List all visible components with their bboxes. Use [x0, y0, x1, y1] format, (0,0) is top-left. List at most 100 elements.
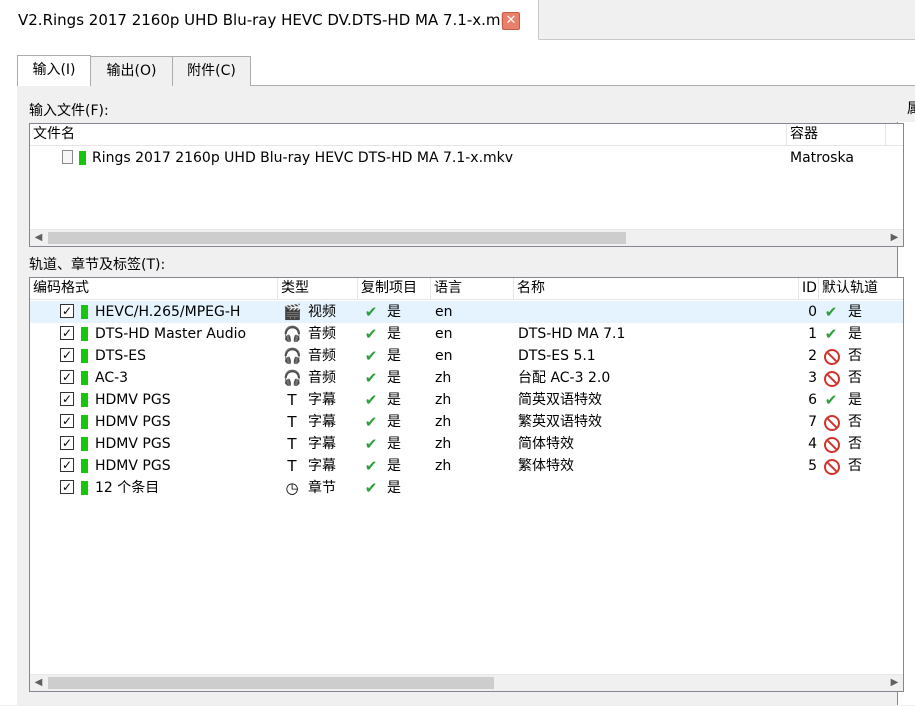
- column-header-language[interactable]: 语言: [431, 278, 514, 300]
- track-row[interactable]: ✓ HEVC/H.265/MPEG-H 🎬 视频 ✔ 是 en 0 ✔ 是: [30, 301, 903, 323]
- track-name: DTS-ES 5.1: [518, 348, 596, 364]
- track-codec: AC-3: [95, 370, 129, 386]
- track-id: 2: [808, 348, 817, 364]
- track-id: 1: [808, 326, 817, 342]
- track-default: 是: [848, 326, 862, 342]
- track-copy: 是: [387, 458, 401, 474]
- track-codec: HEVC/H.265/MPEG-H: [95, 304, 241, 320]
- file-icon: [62, 150, 73, 164]
- no-icon: [824, 437, 840, 453]
- check-icon: ✔: [364, 325, 378, 343]
- check-icon: ✔: [364, 479, 378, 497]
- column-header-type[interactable]: 类型: [278, 278, 358, 300]
- tracks-label: 轨道、章节及标签(T):: [29, 257, 166, 273]
- headphones-icon: 🎧: [283, 325, 302, 343]
- track-id: 3: [808, 370, 817, 386]
- track-row[interactable]: ✓ DTS-ES 🎧 音频 ✔ 是 en DTS-ES 5.1 2 否: [30, 345, 903, 367]
- track-row[interactable]: ✓ 12 个条目 ◷ 章节 ✔ 是: [30, 477, 903, 499]
- track-copy: 是: [387, 326, 401, 342]
- track-name: 繁体特效: [518, 458, 574, 474]
- column-header-default[interactable]: 默认轨道: [819, 278, 903, 300]
- input-file-container: Matroska: [790, 150, 854, 166]
- scroll-left-icon[interactable]: ◀: [30, 230, 47, 246]
- scrollbar-thumb[interactable]: [48, 677, 494, 689]
- track-id: 6: [808, 392, 817, 408]
- status-green-icon: [79, 151, 86, 165]
- track-checkbox[interactable]: ✓: [60, 436, 74, 450]
- track-type: 字幕: [308, 458, 336, 474]
- close-icon[interactable]: ✕: [502, 12, 520, 30]
- track-row[interactable]: ✓ HDMV PGS T 字幕 ✔ 是 zh 繁英双语特效 7 否: [30, 411, 903, 433]
- track-copy: 是: [387, 370, 401, 386]
- track-checkbox[interactable]: ✓: [60, 458, 74, 472]
- track-row[interactable]: ✓ HDMV PGS T 字幕 ✔ 是 zh 简英双语特效 6 ✔ 是: [30, 389, 903, 411]
- track-codec: HDMV PGS: [95, 392, 171, 408]
- track-checkbox[interactable]: ✓: [60, 348, 74, 362]
- track-checkbox[interactable]: ✓: [60, 326, 74, 340]
- column-header-container[interactable]: 容器: [787, 124, 886, 146]
- tab-output[interactable]: 输出(O): [90, 56, 173, 86]
- track-checkbox[interactable]: ✓: [60, 370, 74, 384]
- scroll-left-icon[interactable]: ◀: [30, 675, 47, 691]
- track-row[interactable]: ✓ HDMV PGS T 字幕 ✔ 是 zh 繁体特效 5 否: [30, 455, 903, 477]
- check-icon: ✔: [364, 435, 378, 453]
- input-files-list[interactable]: 文件名 容器 Rings 2017 2160p UHD Blu-ray HEVC…: [29, 123, 904, 247]
- track-type: 章节: [308, 480, 336, 496]
- track-default: 否: [848, 458, 862, 474]
- scrollbar-thumb[interactable]: [48, 232, 626, 244]
- check-icon: ✔: [824, 325, 838, 343]
- track-checkbox[interactable]: ✓: [60, 392, 74, 406]
- track-copy: 是: [387, 392, 401, 408]
- input-files-hscrollbar[interactable]: ◀ ▶: [30, 229, 903, 246]
- track-language: en: [435, 304, 453, 320]
- column-header-name[interactable]: 名称: [514, 278, 799, 300]
- tracks-list[interactable]: 编码格式 类型 复制项目 语言 名称 ID 默认轨道 ✓ HEVC/H.265/M…: [29, 277, 904, 692]
- check-icon: ✔: [824, 391, 838, 409]
- tracks-hscrollbar[interactable]: ◀ ▶: [30, 674, 903, 691]
- headphones-icon: 🎧: [283, 347, 302, 365]
- text-icon: T: [287, 435, 297, 453]
- track-row[interactable]: ✓ DTS-HD Master Audio 🎧 音频 ✔ 是 en DTS-HD MA 7.1…: [30, 323, 903, 345]
- track-checkbox[interactable]: ✓: [60, 304, 74, 318]
- track-name: 简体特效: [518, 436, 574, 452]
- track-default: 否: [848, 370, 862, 386]
- tab-input[interactable]: 输入(I): [17, 55, 91, 86]
- status-green-icon: [81, 393, 88, 407]
- track-type: 音频: [308, 326, 336, 342]
- track-id: 7: [808, 414, 817, 430]
- track-row[interactable]: ✓ AC-3 🎧 音频 ✔ 是 zh 台配 AC-3 2.0 3 否: [30, 367, 903, 389]
- track-name: 台配 AC-3 2.0: [518, 370, 611, 386]
- track-id: 5: [808, 458, 817, 474]
- track-language: zh: [435, 414, 452, 430]
- track-copy: 是: [387, 414, 401, 430]
- status-green-icon: [81, 371, 88, 385]
- track-language: en: [435, 348, 453, 364]
- track-copy: 是: [387, 480, 401, 496]
- status-green-icon: [81, 349, 88, 363]
- check-icon: ✔: [364, 303, 378, 321]
- column-header-filename[interactable]: 文件名: [30, 124, 787, 146]
- column-header-codec[interactable]: 编码格式: [30, 278, 278, 300]
- track-checkbox[interactable]: ✓: [60, 414, 74, 428]
- status-green-icon: [81, 459, 88, 473]
- scroll-right-icon[interactable]: ▶: [886, 230, 903, 246]
- status-green-icon: [81, 437, 88, 451]
- track-checkbox[interactable]: ✓: [60, 480, 74, 494]
- track-type: 音频: [308, 348, 336, 364]
- scroll-right-icon[interactable]: ▶: [886, 675, 903, 691]
- track-type: 字幕: [308, 392, 336, 408]
- track-row[interactable]: ✓ HDMV PGS T 字幕 ✔ 是 zh 简体特效 4 否: [30, 433, 903, 455]
- input-file-row[interactable]: Rings 2017 2160p UHD Blu-ray HEVC DTS-HD…: [30, 147, 903, 169]
- no-icon: [824, 349, 840, 365]
- track-type: 视频: [308, 304, 336, 320]
- document-tab-title: V2.Rings 2017 2160p UHD Blu-ray HEVC DV.…: [18, 11, 519, 29]
- column-header-copy[interactable]: 复制项目: [358, 278, 431, 300]
- status-green-icon: [81, 481, 88, 495]
- track-type: 音频: [308, 370, 336, 386]
- document-tab[interactable]: V2.Rings 2017 2160p UHD Blu-ray HEVC DV.…: [0, 0, 539, 40]
- tab-attachments[interactable]: 附件(C): [172, 56, 251, 86]
- track-copy: 是: [387, 436, 401, 452]
- column-header-id[interactable]: ID: [799, 278, 819, 300]
- track-default: 是: [848, 392, 862, 408]
- track-default: 是: [848, 304, 862, 320]
